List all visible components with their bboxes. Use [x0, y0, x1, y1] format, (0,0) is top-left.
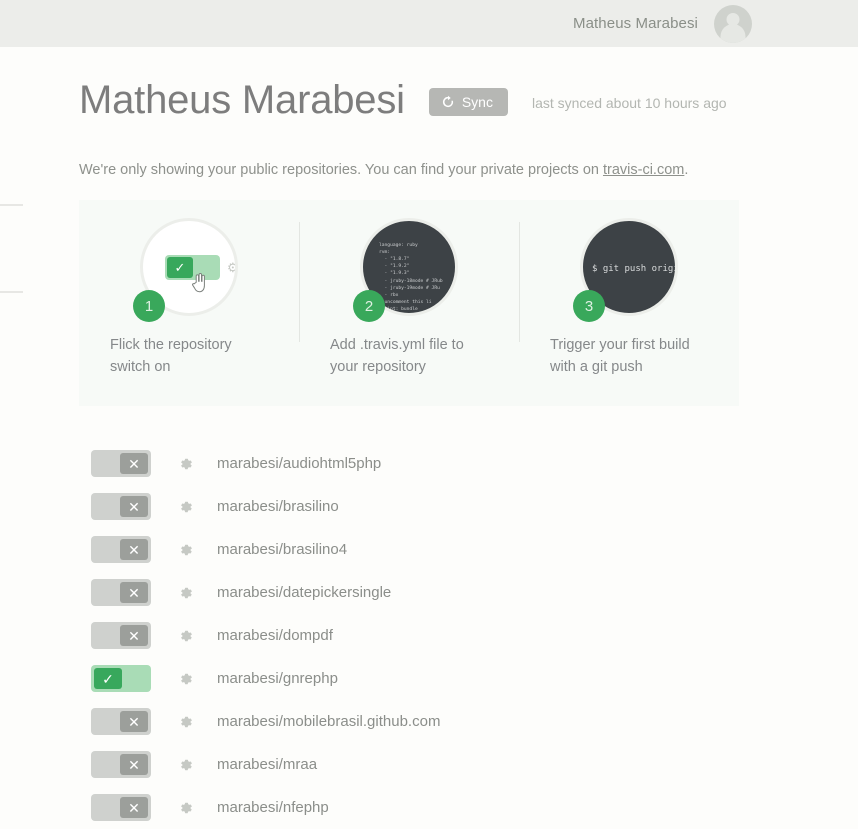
step-1-label: Flick the repository switch on — [110, 337, 232, 375]
sync-button[interactable]: Sync — [428, 88, 508, 116]
gear-icon[interactable] — [177, 541, 195, 559]
user-avatar-icon[interactable] — [714, 4, 752, 43]
cross-icon: ✕ — [120, 496, 148, 517]
repository-toggle-switch[interactable]: ✕ — [91, 751, 151, 778]
repository-toggle-switch[interactable]: ✕ — [91, 450, 151, 477]
refresh-icon — [441, 95, 455, 109]
onboarding-step-2: language: ruby rvm: - "1.8.7" - "1.9.2" … — [299, 200, 519, 406]
step-3-git-command: $ git push origin — [592, 264, 678, 274]
repository-toggle-switch[interactable]: ✕ — [91, 493, 151, 520]
repository-row: ✕ marabesi/mobilebrasil.github.com — [91, 700, 858, 743]
cross-icon: ✕ — [120, 453, 148, 474]
gear-icon[interactable] — [177, 799, 195, 817]
page-title: Matheus Marabesi — [79, 78, 405, 122]
sync-button-label: Sync — [461, 94, 493, 110]
notice-text-after: . — [684, 162, 689, 178]
step-3-artwork: $ git push origin 3 — [573, 218, 678, 322]
step-1-badge: 1 — [133, 290, 165, 322]
repository-toggle-switch[interactable]: ✕ — [91, 622, 151, 649]
cross-icon: ✕ — [120, 711, 148, 732]
left-edge-divider-bottom — [0, 291, 23, 293]
gear-icon[interactable] — [177, 756, 195, 774]
repository-toggle-switch[interactable]: ✕ — [91, 794, 151, 821]
top-navigation-bar: Matheus Marabesi — [0, 0, 858, 47]
repository-row: ✕ marabesi/dompdf — [91, 614, 858, 657]
repository-name-link[interactable]: marabesi/mraa — [217, 756, 317, 773]
step-1-artwork: ✓ ⚙ tra 1 — [133, 218, 238, 322]
travis-ci-com-link[interactable]: travis-ci.com — [603, 162, 684, 178]
gear-icon[interactable] — [177, 498, 195, 516]
cross-icon: ✕ — [120, 797, 148, 818]
gear-icon: ⚙ — [227, 260, 238, 275]
repository-name-link[interactable]: marabesi/nfephp — [217, 799, 329, 816]
repository-name-link[interactable]: marabesi/dompdf — [217, 627, 333, 644]
notice-text-before: We're only showing your public repositor… — [79, 162, 603, 178]
repository-row: ✕ marabesi/mraa — [91, 743, 858, 786]
step-2-badge: 2 — [353, 290, 385, 322]
cross-icon: ✕ — [120, 754, 148, 775]
gear-icon[interactable] — [177, 584, 195, 602]
repository-list: ✕ marabesi/audiohtml5php ✕ marabesi/brasili… — [79, 442, 858, 829]
cross-icon: ✕ — [120, 539, 148, 560]
onboarding-steps-panel: ✓ ⚙ tra 1 Flick the repository switch on — [79, 200, 739, 406]
onboarding-step-3: $ git push origin 3 Trigger your first b… — [519, 200, 739, 406]
gear-icon[interactable] — [177, 627, 195, 645]
step-2-yaml-code: language: ruby rvm: - "1.8.7" - "1.9.2" … — [379, 242, 443, 313]
user-menu[interactable]: Matheus Marabesi — [573, 4, 752, 43]
check-icon: ✓ — [94, 668, 122, 689]
step-3-label: Trigger your first build with a git push — [550, 337, 690, 375]
repository-row: ✕ marabesi/brasilino4 — [91, 528, 858, 571]
repository-toggle-switch[interactable]: ✕ — [91, 579, 151, 606]
repository-row: ✓ marabesi/gnrephp — [91, 657, 858, 700]
gear-icon[interactable] — [177, 455, 195, 473]
public-repositories-notice: We're only showing your public repositor… — [79, 162, 858, 178]
repository-row: ✕ marabesi/audiohtml5php — [91, 442, 858, 485]
step-2-artwork: language: ruby rvm: - "1.8.7" - "1.9.2" … — [353, 218, 458, 322]
repository-row: ✕ marabesi/datepickersingle — [91, 571, 858, 614]
repository-row: ✕ marabesi/brasilino — [91, 485, 858, 528]
avatar-body-shape — [720, 23, 746, 43]
repository-row: ✕ marabesi/nfephp — [91, 786, 858, 829]
step-3-badge: 3 — [573, 290, 605, 322]
step-1-toggle-knob: ✓ — [167, 257, 193, 278]
repository-name-link[interactable]: marabesi/brasilino4 — [217, 541, 347, 558]
topbar-username: Matheus Marabesi — [573, 15, 698, 32]
repository-toggle-switch[interactable]: ✓ — [91, 665, 151, 692]
repository-name-link[interactable]: marabesi/audiohtml5php — [217, 455, 381, 472]
cross-icon: ✕ — [120, 582, 148, 603]
sync-status-text: last synced about 10 hours ago — [531, 95, 727, 111]
page-content: Matheus Marabesi Sync last synced about … — [0, 47, 858, 829]
repository-name-link[interactable]: marabesi/brasilino — [217, 498, 339, 515]
gear-icon[interactable] — [177, 670, 195, 688]
profile-header: Matheus Marabesi Sync last synced about … — [79, 80, 858, 120]
repository-toggle-switch[interactable]: ✕ — [91, 536, 151, 563]
repository-toggle-switch[interactable]: ✕ — [91, 708, 151, 735]
repository-name-link[interactable]: marabesi/gnrephp — [217, 670, 338, 687]
onboarding-step-1: ✓ ⚙ tra 1 Flick the repository switch on — [79, 200, 299, 406]
step-2-label: Add .travis.yml file to your repository — [330, 337, 464, 375]
repository-name-link[interactable]: marabesi/datepickersingle — [217, 584, 391, 601]
left-edge-divider-top — [0, 204, 23, 206]
cross-icon: ✕ — [120, 625, 148, 646]
repository-name-link[interactable]: marabesi/mobilebrasil.github.com — [217, 713, 440, 730]
gear-icon[interactable] — [177, 713, 195, 731]
pointer-hand-icon — [191, 273, 207, 293]
